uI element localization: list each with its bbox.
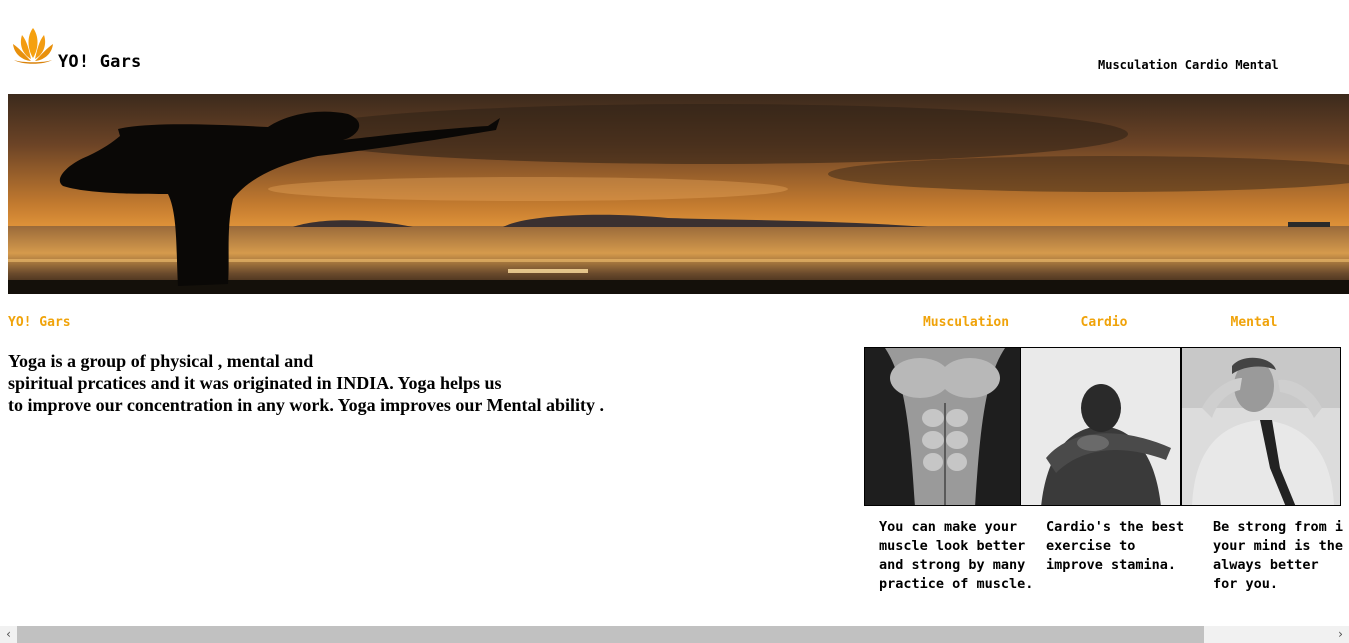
card-heading-musculation[interactable]: Musculation [916,315,1016,330]
card-text-line: practice of muscle. [879,576,1034,592]
musculation-image[interactable] [864,347,1021,506]
lotus-logo-icon[interactable] [10,24,56,66]
site-brand[interactable]: YO! Gars [58,52,141,72]
card-text-line: exercise to [1046,538,1136,554]
card-text-mental: Be strong from i your mind is the always… [1213,518,1349,594]
card-text-cardio: Cardio's the best exercise to improve st… [1046,518,1184,575]
intro-paragraph: Yoga is a group of physical , mental and… [8,350,728,416]
scrollbar-thumb[interactable] [17,626,1204,643]
card-text-line: Cardio's the best [1046,519,1185,535]
hero-banner-image [8,94,1349,294]
nav-link-mental[interactable]: Mental [1235,58,1278,72]
card-text-line: Be strong from i [1213,519,1344,535]
card-text-line: muscle look better [879,538,1026,554]
card-text-musculation: You can make your muscle look better and… [879,518,1033,594]
card-text-line: improve stamina. [1046,557,1177,573]
nav-link-musculation[interactable]: Musculation [1098,58,1177,72]
card-text-line: always better [1213,557,1319,573]
section-title: YO! Gars [8,315,71,330]
card-heading-cardio[interactable]: Cardio [1054,315,1154,330]
top-nav: Musculation Cardio Mental [1098,58,1279,72]
intro-line: to improve our concentration in any work… [8,395,604,415]
card-text-line: and strong by many [879,557,1026,573]
cardio-image[interactable] [1020,347,1181,506]
horizontal-scrollbar[interactable]: ‹ › [0,626,1349,643]
chevron-right-icon[interactable]: › [1332,626,1349,643]
card-heading-mental[interactable]: Mental [1204,315,1304,330]
mental-image[interactable] [1181,347,1341,506]
card-text-line: You can make your [879,519,1018,535]
card-text-line: your mind is the [1213,538,1344,554]
chevron-left-icon[interactable]: ‹ [0,626,17,643]
card-text-line: for you. [1213,576,1279,592]
intro-line: Yoga is a group of physical , mental and [8,351,314,371]
nav-link-cardio[interactable]: Cardio [1185,58,1228,72]
intro-line: spiritual prcatices and it was originate… [8,373,502,393]
